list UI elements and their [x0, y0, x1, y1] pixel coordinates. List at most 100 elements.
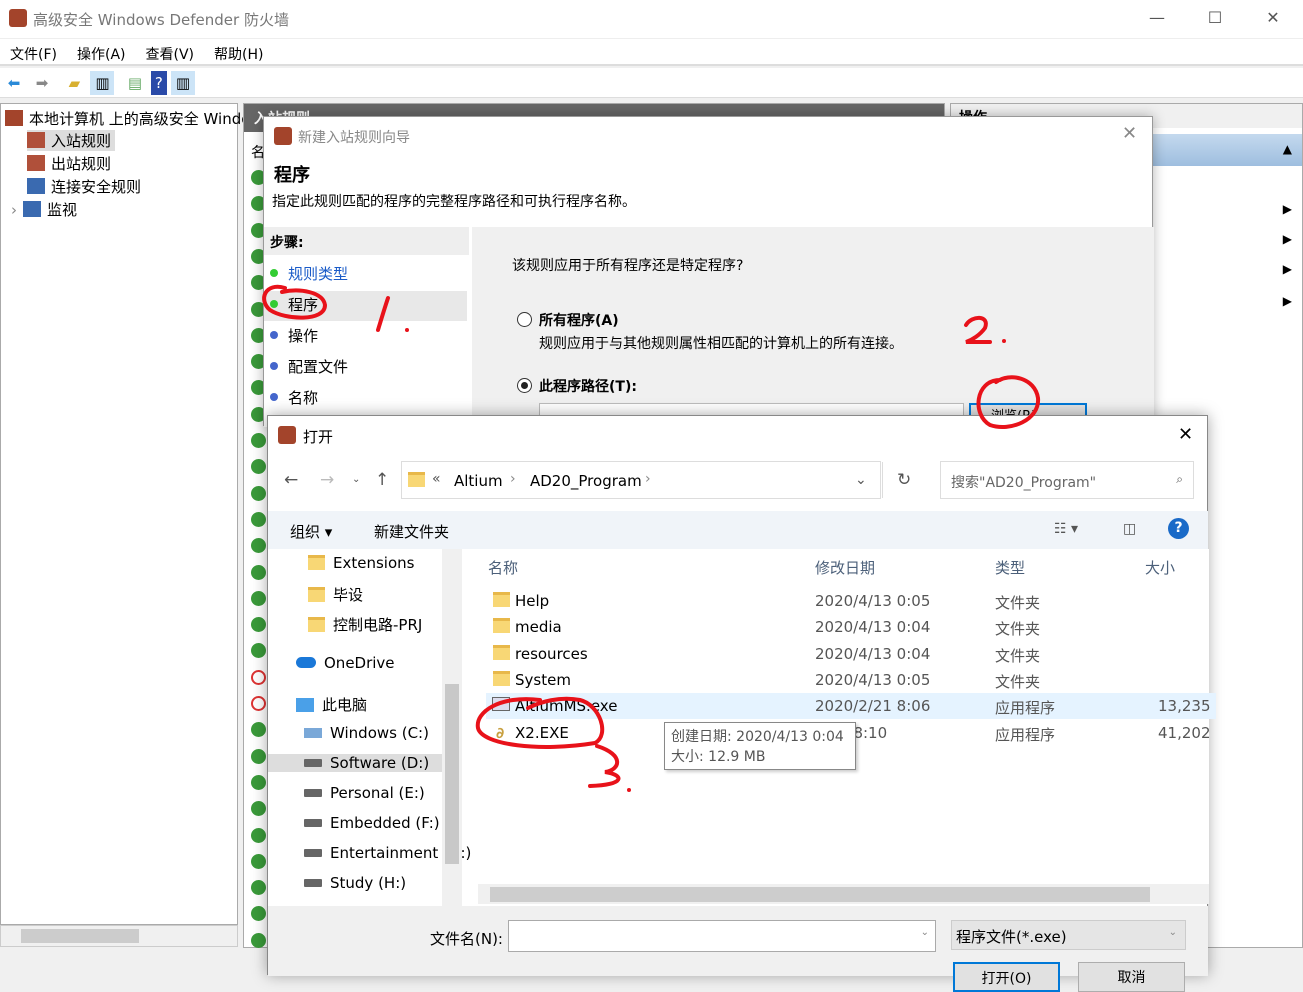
file-type: 应用程序 — [995, 725, 1056, 744]
nav-scrollbar[interactable] — [442, 549, 462, 907]
help-icon[interactable]: ? — [1168, 518, 1189, 539]
file-date: 2020/2/21 8:06 — [815, 697, 931, 716]
wizard-close-button[interactable]: ✕ — [1122, 123, 1137, 144]
show-hide-tree-icon[interactable]: ▥ — [90, 71, 115, 95]
menu-file[interactable]: 文件(F) — [0, 39, 67, 69]
close-button[interactable]: ✕ — [1258, 8, 1288, 30]
refresh-icon[interactable]: ↻ — [897, 470, 911, 490]
preview-pane-icon[interactable]: ◫ — [1123, 521, 1136, 537]
program-path-radio[interactable] — [517, 378, 532, 393]
maximize-button[interactable]: ☐ — [1200, 8, 1230, 30]
step-profile[interactable]: 配置文件 — [270, 356, 348, 377]
step-rule-type[interactable]: 规则类型 — [270, 263, 348, 284]
file-date: 2020/4/13 0:05 — [815, 592, 931, 610]
forward-icon[interactable]: ➡ — [30, 71, 54, 95]
inbound-rules-icon — [27, 132, 45, 148]
file-row[interactable]: resources 2020/4/13 0:04 文件夹 — [486, 641, 1216, 667]
file-type-select[interactable]: 程序文件(*.exe) ⌄ — [951, 920, 1186, 950]
tree-item-connection-security[interactable]: 连接安全规则 — [27, 176, 141, 197]
window-title: 高级安全 Windows Defender 防火墙 — [33, 11, 289, 29]
program-path-label[interactable]: 此程序路径(T): — [539, 376, 637, 396]
column-size[interactable]: 大小 — [1145, 557, 1175, 578]
tree-item-monitor[interactable]: › 监视 — [11, 199, 77, 220]
nav-item[interactable]: Study (H:) — [304, 874, 406, 892]
column-type[interactable]: 类型 — [995, 557, 1025, 578]
recent-locations-icon[interactable]: ⌄ — [352, 474, 360, 485]
file-row[interactable]: Help 2020/4/13 0:05 文件夹 — [486, 588, 1216, 614]
breadcrumb-altium[interactable]: Altium — [454, 472, 503, 490]
nav-item[interactable]: Windows (C:) — [304, 724, 429, 742]
filename-input[interactable]: ⌄ — [508, 920, 936, 952]
file-row[interactable]: AltiumMS.exe 2020/2/21 8:06 应用程序 13,235 — [486, 693, 1216, 720]
tree-horizontal-scrollbar[interactable] — [0, 925, 238, 947]
this-pc-icon — [296, 698, 314, 712]
tree-item-outbound[interactable]: 出站规则 — [27, 153, 111, 174]
rule-enabled-icon — [251, 774, 266, 790]
all-programs-label[interactable]: 所有程序(A) — [539, 310, 619, 330]
submenu-arrow-icon[interactable]: ▶ — [1283, 232, 1292, 246]
submenu-arrow-icon[interactable]: ▶ — [1283, 202, 1292, 216]
open-button[interactable]: 打开(O) — [953, 962, 1060, 992]
address-dropdown-icon[interactable]: ⌄ — [855, 472, 867, 488]
minimize-button[interactable]: — — [1142, 8, 1172, 30]
menu-help[interactable]: 帮助(H) — [204, 39, 273, 69]
firewall-icon — [278, 426, 296, 444]
step-action[interactable]: 操作 — [270, 325, 318, 346]
file-row[interactable]: media 2020/4/13 0:04 文件夹 — [486, 614, 1216, 640]
toolbar: ⬅ ➡ ▰ ▥ ▤? ▥ — [0, 68, 1303, 98]
back-icon[interactable]: ⬅ — [2, 71, 26, 95]
step-name[interactable]: 名称 — [270, 387, 318, 408]
up-icon[interactable]: ↑ — [375, 470, 389, 490]
collapse-icon[interactable]: ▲ — [1283, 142, 1292, 156]
submenu-arrow-icon[interactable]: ▶ — [1283, 262, 1292, 276]
monitor-icon — [23, 201, 41, 217]
up-folder-icon[interactable]: ▰ — [62, 71, 86, 95]
menu-view[interactable]: 查看(V) — [136, 39, 205, 69]
step-program[interactable]: 程序 — [264, 291, 467, 321]
address-bar[interactable]: « Altium › AD20_Program › ⌄ ↻ — [401, 461, 911, 499]
forward-icon[interactable]: → — [320, 470, 334, 490]
nav-item[interactable]: 毕设 — [308, 584, 363, 605]
list-horizontal-scrollbar[interactable] — [478, 884, 1209, 904]
dialog-title: 打开 — [303, 428, 334, 446]
cancel-button[interactable]: 取消 — [1078, 962, 1185, 992]
nav-item[interactable]: 控制电路-PRJ — [308, 614, 422, 635]
file-type: 文件夹 — [995, 620, 1041, 639]
back-icon[interactable]: ← — [284, 470, 298, 490]
menu-bar: 文件(F) 操作(A) 查看(V) 帮助(H) — [0, 38, 1303, 66]
tree-item-inbound[interactable]: 入站规则 — [27, 130, 116, 151]
file-size: 13,235 — [1158, 697, 1211, 716]
tree-root[interactable]: 本地计算机 上的高级安全 Windows — [5, 108, 271, 129]
view-options-icon[interactable]: ☷ ▾ — [1054, 521, 1078, 537]
menu-action[interactable]: 操作(A) — [67, 39, 136, 69]
navigation-pane: Extensions 毕设控制电路-PRJ OneDrive 此电脑 Windows (… — [268, 549, 471, 907]
rule-enabled-icon — [251, 696, 266, 711]
rule-enabled-icon — [251, 801, 266, 817]
open-file-dialog: 打开 ✕ ← → ⌄ ↑ « Altium › AD20_Program › ⌄… — [267, 415, 1216, 992]
rule-enabled-icon — [251, 906, 266, 922]
file-name: AltiumMS.exe — [515, 697, 618, 716]
search-input[interactable]: 搜索"AD20_Program" ⌕ — [940, 461, 1194, 499]
all-programs-radio[interactable] — [517, 312, 532, 327]
connection-security-icon — [27, 178, 45, 194]
nav-item[interactable]: 此电脑 — [296, 694, 367, 715]
application-icon — [492, 697, 510, 712]
file-row[interactable]: System 2020/4/13 0:05 文件夹 — [486, 667, 1216, 693]
breadcrumb-ad20[interactable]: AD20_Program — [530, 472, 642, 490]
nav-item[interactable]: Personal (E:) — [304, 784, 425, 802]
help-icon[interactable]: ? — [150, 71, 167, 95]
onedrive-icon — [296, 657, 316, 668]
dialog-close-button[interactable]: ✕ — [1178, 424, 1193, 445]
nav-item[interactable]: Embedded (F:) — [304, 814, 440, 832]
column-date[interactable]: 修改日期 — [815, 557, 875, 578]
nav-item[interactable]: OneDrive — [296, 654, 395, 672]
show-hide-action-pane-icon[interactable]: ▥ — [170, 71, 195, 95]
export-icon[interactable]: ▤ — [123, 71, 147, 95]
nav-item[interactable]: Extensions — [308, 554, 414, 572]
new-folder-button[interactable]: 新建文件夹 — [374, 521, 449, 542]
nav-item[interactable]: Software (D:) — [268, 754, 442, 772]
organize-button[interactable]: 组织 ▾ — [290, 521, 332, 542]
expand-icon[interactable]: › — [11, 201, 17, 219]
submenu-arrow-icon[interactable]: ▶ — [1283, 294, 1292, 308]
column-name[interactable]: 名称 — [488, 557, 518, 578]
